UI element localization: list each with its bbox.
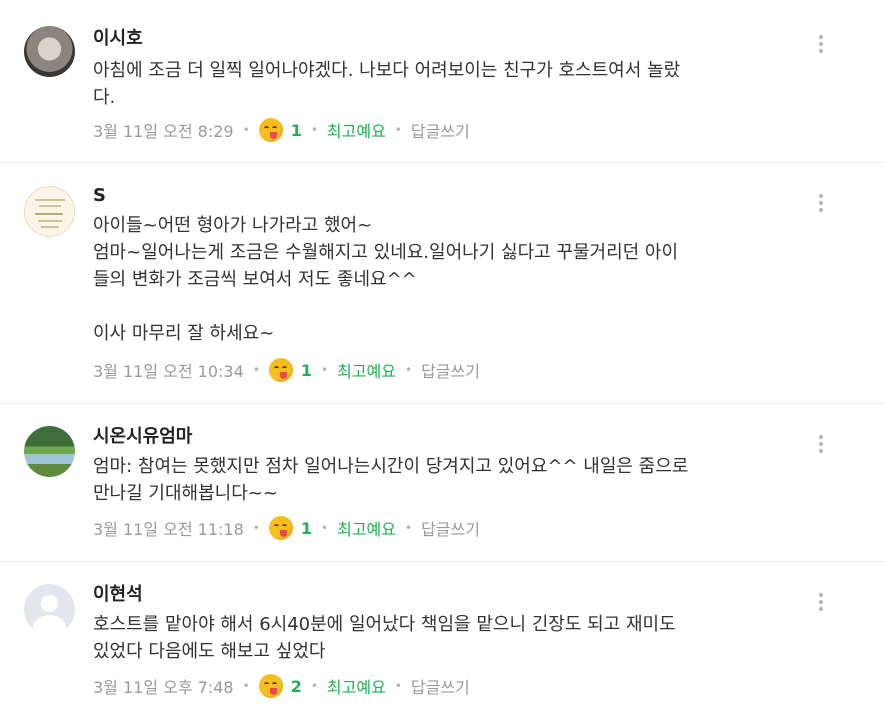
more-vertical-icon[interactable]: [812, 589, 830, 615]
separator: •: [310, 679, 318, 693]
comment-item: 이시호 아침에 조금 더 일찍 일어나야겠다. 나보다 어려보이는 친구가 호스…: [0, 0, 885, 162]
comment-item: 이현석 호스트를 맡아야 해서 6시40분에 일어났다 책임을 맡으니 긴장도 …: [0, 562, 885, 713]
best-button[interactable]: 최고예요: [337, 516, 396, 540]
best-button[interactable]: 최고예요: [327, 674, 386, 698]
smiling-face-with-tongue-icon[interactable]: [258, 674, 283, 698]
avatar[interactable]: [24, 426, 75, 477]
separator: •: [242, 123, 250, 137]
comment-body: 호스트를 맡아야 해서 6시40분에 일어났다 책임을 맡으니 긴장도 되고 재…: [93, 614, 676, 662]
reaction-count[interactable]: 2: [291, 677, 302, 696]
comment-meta: 3월 11일 오전 8:29 • 1 • 최고예요 • 답글쓰기: [93, 117, 470, 143]
separator: •: [394, 679, 402, 693]
reaction-count[interactable]: 1: [301, 361, 312, 380]
comment-meta: 3월 11일 오전 10:34 • 1 • 최고예요 • 답글쓰기: [93, 357, 480, 383]
separator: •: [321, 363, 329, 377]
reply-button[interactable]: 답글쓰기: [421, 516, 480, 540]
separator: •: [404, 521, 413, 535]
reaction-count[interactable]: 1: [291, 121, 302, 140]
avatar[interactable]: [24, 26, 75, 77]
comment-author[interactable]: 시온시유엄마: [93, 426, 192, 448]
comment-author[interactable]: S: [93, 185, 106, 207]
more-vertical-icon[interactable]: [812, 190, 830, 216]
separator: •: [252, 363, 260, 377]
comment-author[interactable]: 이현석: [93, 584, 143, 606]
smiling-face-with-tongue-icon[interactable]: [268, 516, 293, 540]
comment-body: 아침에 조금 더 일찍 일어나야겠다. 나보다 어려보이는 친구가 호스트여서 …: [93, 60, 681, 108]
reply-button[interactable]: 답글쓰기: [411, 118, 470, 142]
separator: •: [394, 123, 402, 137]
comment-meta: 3월 11일 오전 11:18 • 1 • 최고예요 • 답글쓰기: [93, 515, 480, 541]
smiling-face-with-tongue-icon[interactable]: [258, 118, 283, 142]
reply-button[interactable]: 답글쓰기: [411, 674, 470, 698]
smiling-face-with-tongue-icon[interactable]: [268, 358, 293, 382]
best-button[interactable]: 최고예요: [327, 118, 386, 142]
comment-author[interactable]: 이시호: [93, 28, 143, 50]
avatar[interactable]: [24, 584, 75, 635]
separator: •: [242, 679, 250, 693]
reaction-count[interactable]: 1: [301, 519, 312, 538]
separator: •: [404, 363, 413, 377]
separator: •: [252, 521, 260, 535]
comment-timestamp: 3월 11일 오전 10:34: [93, 362, 244, 381]
best-button[interactable]: 최고예요: [337, 358, 396, 382]
comment-timestamp: 3월 11일 오후 7:48: [93, 678, 234, 697]
more-vertical-icon[interactable]: [812, 431, 830, 457]
separator: •: [310, 123, 318, 137]
comment-meta: 3월 11일 오후 7:48 • 2 • 최고예요 • 답글쓰기: [93, 673, 470, 699]
separator: •: [321, 521, 329, 535]
comment-body: 엄마: 참여는 못했지만 점차 일어나는시간이 당겨지고 있어요^^ 내일은 줌…: [93, 456, 689, 504]
avatar[interactable]: [24, 186, 75, 237]
comment-item: 시온시유엄마 엄마: 참여는 못했지만 점차 일어나는시간이 당겨지고 있어요^…: [0, 404, 885, 561]
comment-timestamp: 3월 11일 오전 8:29: [93, 122, 234, 141]
more-vertical-icon[interactable]: [812, 31, 830, 57]
comment-timestamp: 3월 11일 오전 11:18: [93, 520, 244, 539]
reply-button[interactable]: 답글쓰기: [421, 358, 480, 382]
comment-body: 아이들~어떤 형아가 나가라고 했어~ 엄마~일어나는게 조금은 수월해지고 있…: [93, 215, 679, 344]
comment-list: 이시호 아침에 조금 더 일찍 일어나야겠다. 나보다 어려보이는 친구가 호스…: [0, 0, 885, 713]
comment-item: S 아이들~어떤 형아가 나가라고 했어~ 엄마~일어나는게 조금은 수월해지고…: [0, 163, 885, 403]
